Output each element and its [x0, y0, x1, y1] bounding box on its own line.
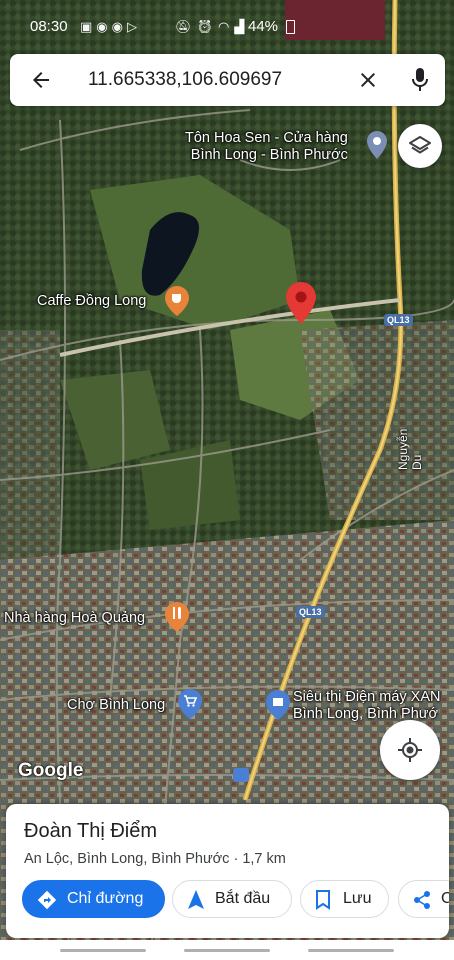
status-bar: 08:30 ▣◉◉▷ 🔕︎⏰︎◠▟ 44% — [0, 0, 454, 52]
nav-handle — [184, 949, 270, 952]
place-title: Đoàn Thị Điểm — [24, 820, 158, 842]
share-button[interactable]: C — [398, 880, 449, 918]
mute-icon: 🔕︎ — [175, 19, 197, 34]
clock: 08:30 — [30, 18, 68, 35]
restaurant-icon[interactable] — [165, 602, 189, 632]
alarm-icon: ⏰︎ — [196, 19, 219, 34]
my-location-button[interactable] — [380, 720, 440, 780]
navigation-arrow-icon — [188, 890, 204, 909]
messenger-icon: ◉ — [96, 19, 112, 34]
nav-handle — [308, 949, 394, 952]
save-label: Lưu — [343, 890, 372, 907]
battery-icon — [286, 20, 295, 34]
bookmark-icon — [316, 890, 330, 910]
notification-icons: ▣◉◉▷ — [80, 19, 141, 35]
crosshair-icon — [398, 738, 422, 762]
back-arrow-icon[interactable] — [28, 68, 54, 92]
poi-label-line: Tôn Hoa Sen - Cửa hàng — [185, 130, 348, 146]
s-icon: ▣ — [80, 19, 97, 34]
road-label-nguyen-du: Nguyễn Du — [396, 428, 424, 470]
wifi-icon: ◠ — [218, 19, 235, 34]
poi-label-market[interactable]: Chợ Bình Long — [67, 697, 165, 714]
microphone-icon[interactable] — [408, 66, 432, 94]
nav-handle — [60, 949, 146, 952]
place-subtitle: An Lộc, Bình Long, Bình Phước · 1,7 km — [24, 851, 286, 867]
poi-label-line: Bình Long - Bình Phước — [190, 147, 348, 163]
messenger-icon: ◉ — [111, 19, 127, 34]
directions-icon — [37, 890, 57, 910]
battery-level: 44% — [248, 18, 279, 35]
place-card[interactable]: Đoàn Thị Điểm An Lộc, Bình Long, Bình Ph… — [6, 804, 449, 938]
poi-label-caffe[interactable]: Caffe Đồng Long — [37, 293, 146, 310]
search-input[interactable]: 11.665338,106.609697 — [88, 69, 282, 91]
place-actions: Chỉ đường Bắt đầu Lưu C — [22, 880, 449, 920]
road-shield-ql13: QL13 — [384, 314, 413, 326]
system-icons: 🔕︎⏰︎◠▟ — [175, 19, 249, 35]
poi-label-ton-hoa-sen[interactable]: Tôn Hoa Sen - Cửa hàng Bình Long - Bình … — [185, 130, 348, 164]
dropped-pin-icon[interactable] — [286, 282, 316, 324]
poi-pin-icon[interactable] — [367, 131, 387, 159]
google-logo: Google — [18, 760, 84, 781]
coffee-icon[interactable] — [165, 286, 189, 316]
layers-button[interactable] — [398, 124, 442, 168]
search-bar[interactable]: 11.665338,106.609697 — [10, 54, 445, 106]
save-button[interactable]: Lưu — [300, 880, 389, 918]
shopping-cart-icon[interactable] — [178, 689, 202, 719]
start-navigation-button[interactable]: Bắt đầu — [172, 880, 292, 918]
share-icon — [414, 891, 430, 909]
layers-icon — [409, 136, 431, 154]
share-label: C — [441, 890, 449, 907]
play-icon: ▷ — [126, 19, 141, 34]
store-icon[interactable] — [266, 690, 290, 720]
system-nav-bar — [0, 940, 454, 960]
poi-label-supermarket[interactable]: Siêu thị Điện máy XAN Bình Long, Bình Ph… — [293, 689, 440, 723]
close-icon[interactable] — [356, 68, 380, 92]
poi-label-line: Siêu thị Điện máy XAN — [293, 689, 441, 705]
directions-label: Chỉ đường — [67, 890, 144, 907]
poi-label-restaurant[interactable]: Nhà hàng Hoà Quảng — [4, 610, 145, 627]
directions-button[interactable]: Chỉ đường — [22, 880, 165, 918]
transit-icon[interactable] — [233, 768, 249, 782]
road-shield-ql13: QL13 — [296, 606, 325, 618]
start-label: Bắt đầu — [215, 890, 271, 907]
